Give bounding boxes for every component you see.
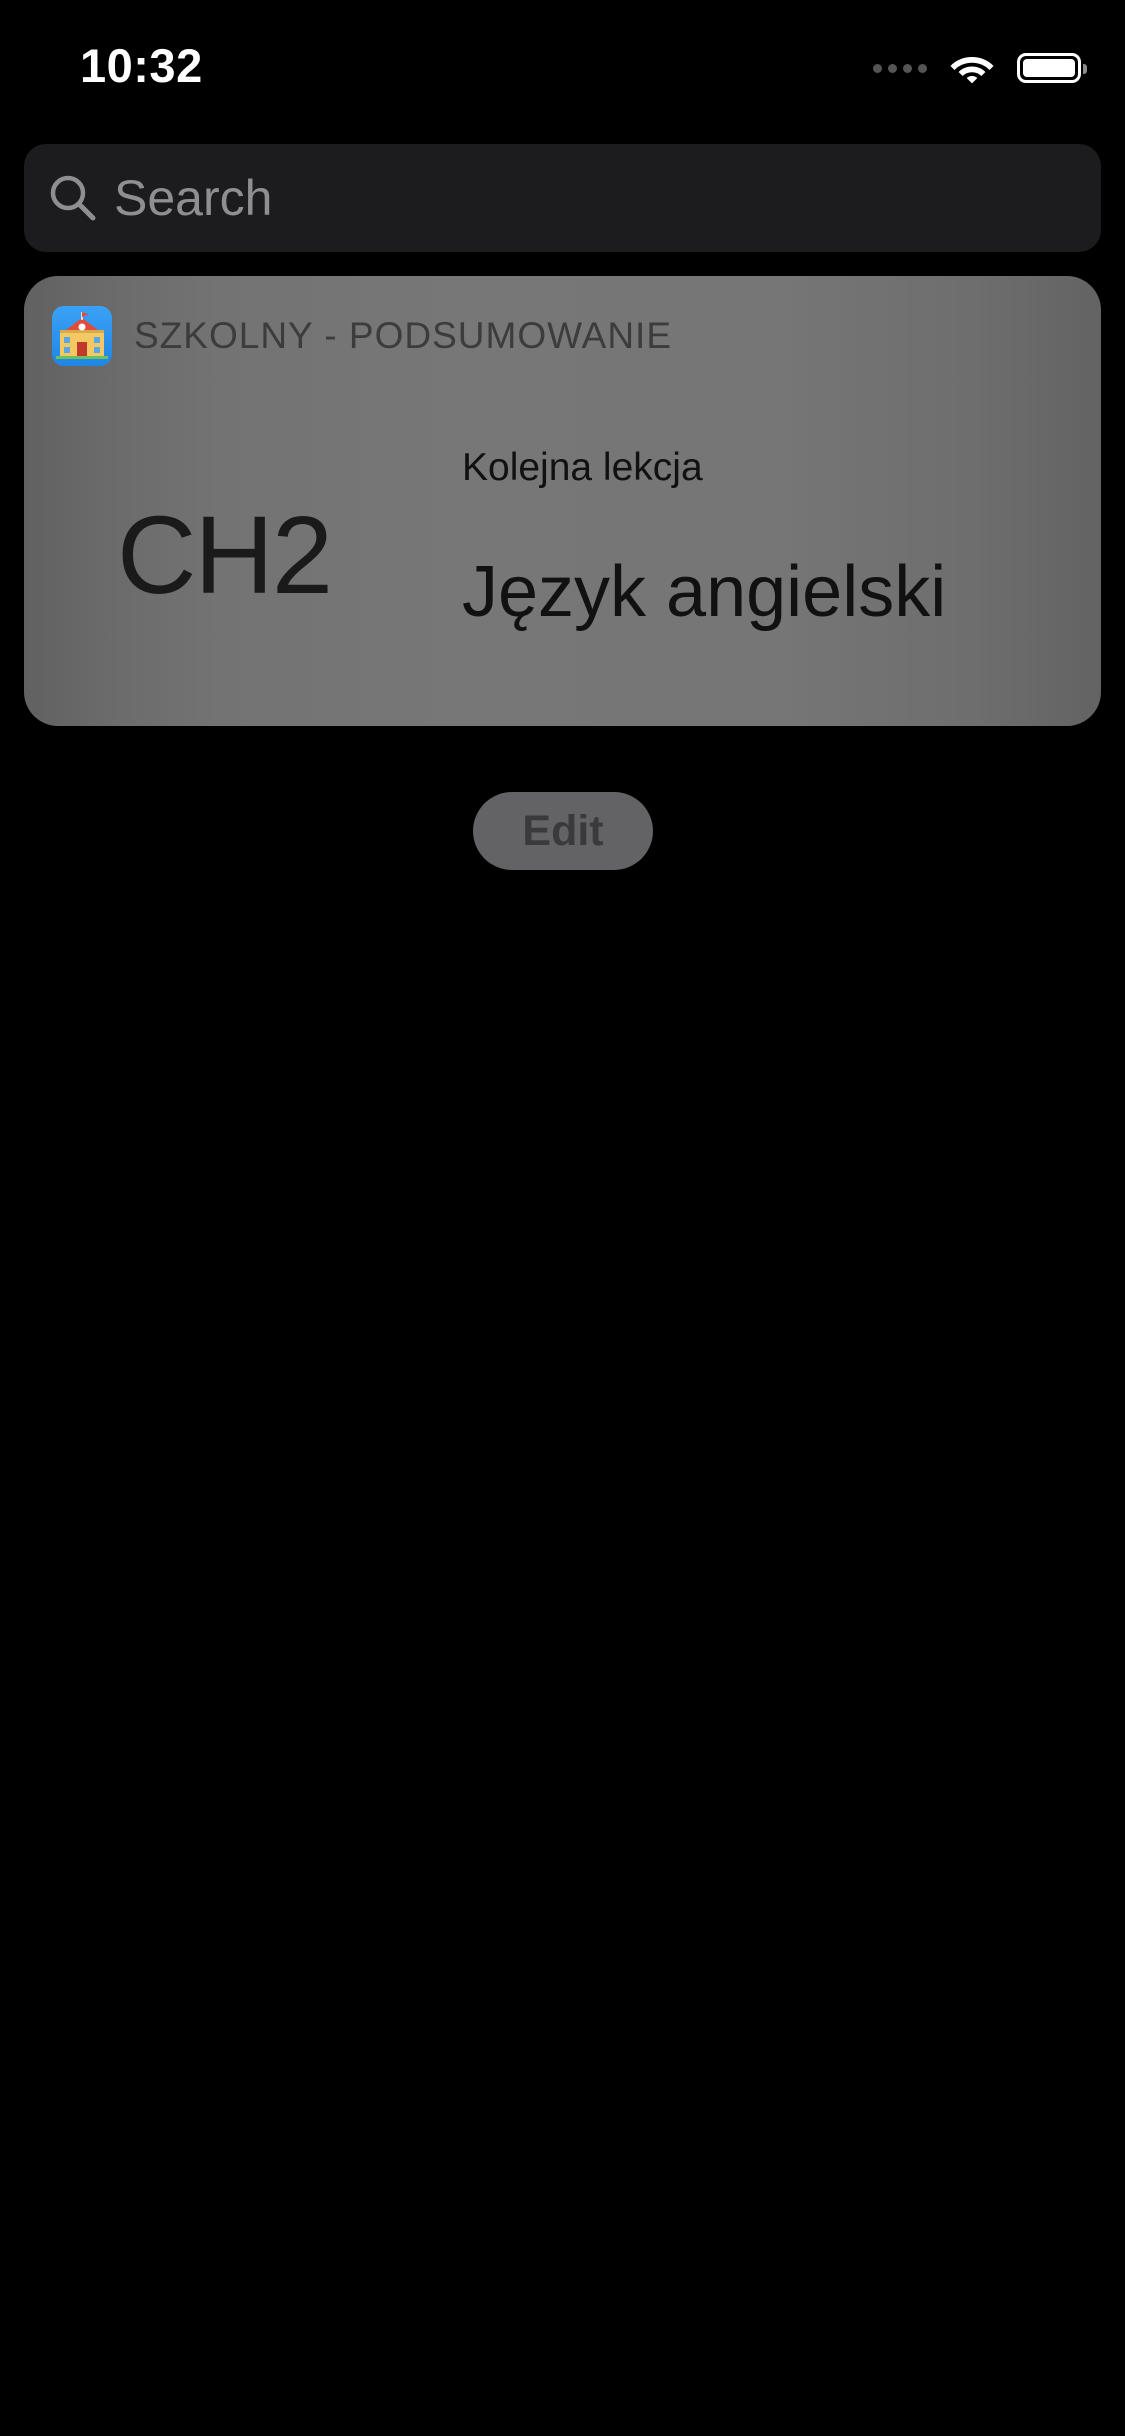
school-icon xyxy=(52,306,112,366)
cellular-signal-icon xyxy=(873,63,927,73)
search-input[interactable]: Search xyxy=(114,169,272,227)
wifi-icon xyxy=(950,57,994,84)
status-bar: 10:32 xyxy=(0,0,1125,140)
status-indicators xyxy=(873,46,1087,90)
search-bar[interactable]: Search xyxy=(24,144,1101,252)
room-code: CH2 xyxy=(116,494,333,617)
widget-app-name: SZKOLNY - PODSUMOWANIE xyxy=(134,315,673,356)
summary-widget[interactable]: SZKOLNY - PODSUMOWANIE CH2 Kolejna lekcj… xyxy=(24,276,1101,726)
widget-header: SZKOLNY - PODSUMOWANIE xyxy=(52,306,672,366)
next-lesson-label: Kolejna lekcja xyxy=(462,446,703,489)
battery-icon xyxy=(1017,53,1087,83)
search-icon xyxy=(50,175,96,221)
edit-button[interactable]: Edit xyxy=(473,792,653,870)
status-time: 10:32 xyxy=(80,39,203,92)
lesson-name: Język angielski xyxy=(462,552,947,632)
